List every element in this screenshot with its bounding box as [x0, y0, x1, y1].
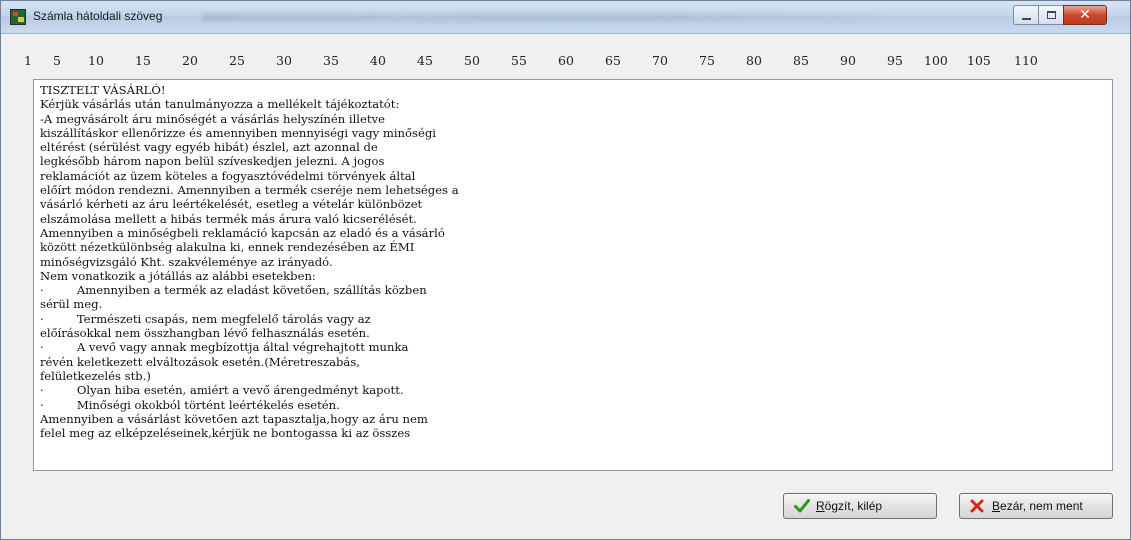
ruler-mark: 95	[887, 53, 903, 68]
ruler-mark: 55	[511, 53, 527, 68]
ruler-mark: 80	[746, 53, 762, 68]
x-icon	[970, 499, 984, 513]
minimize-button[interactable]	[1013, 5, 1039, 25]
close-icon: ✕	[1079, 7, 1091, 23]
text-line: révén keletkezett elváltozások esetén.(M…	[40, 354, 360, 369]
check-icon	[794, 499, 810, 513]
ruler-mark: 70	[652, 53, 668, 68]
editor-content[interactable]: TISZTELT VÁSÁRLÓ! Kérjük vásárlás után t…	[34, 80, 1112, 443]
ruler-mark: 45	[417, 53, 433, 68]
text-line: · Olyan hiba esetén, amiért a vevő áreng…	[40, 383, 404, 398]
text-line: között nézetkülönbség alakulna ki, ennek…	[40, 240, 415, 255]
ruler-mark: 75	[699, 53, 715, 68]
text-line: minőségvizsgáló Kht. szakvéleménye az ir…	[40, 254, 333, 269]
text-line: · Minőségi okokból történt leértékelés e…	[40, 397, 340, 412]
ruler-mark: 1	[24, 53, 32, 68]
text-line: reklamációt az üzem köteles a fogyasztóv…	[40, 168, 416, 183]
ruler-mark: 110	[1014, 53, 1038, 68]
save-exit-button[interactable]: Rögzít, kilép	[783, 493, 937, 519]
minimize-icon	[1022, 18, 1031, 20]
ruler-mark: 15	[135, 53, 151, 68]
text-line: · Természeti csapás, nem megfelelő tárol…	[40, 311, 371, 326]
text-line: -A megvásárolt áru minőségét a vásárlás …	[40, 111, 385, 126]
text-line: TISZTELT VÁSÁRLÓ!	[40, 83, 166, 97]
window-title: Számla hátoldali szöveg	[33, 9, 163, 23]
ruler-mark: 65	[605, 53, 621, 68]
text-line: · Amennyiben a termék az eladást követőe…	[40, 283, 427, 298]
text-line: legkésőbb három napon belül szíveskedjen…	[40, 154, 385, 169]
ruler-mark: 60	[558, 53, 574, 68]
ruler-mark: 20	[182, 53, 198, 68]
ruler-mark: 10	[88, 53, 104, 68]
text-line: · A vevő vagy annak megbízottja által vé…	[40, 340, 409, 355]
text-editor[interactable]: TISZTELT VÁSÁRLÓ! Kérjük vásárlás után t…	[33, 79, 1113, 471]
ruler-mark: 90	[840, 53, 856, 68]
ruler-mark: 5	[53, 53, 61, 68]
text-line: felületkezelés stb.)	[40, 368, 151, 383]
maximize-icon	[1047, 11, 1056, 19]
text-line: Kérjük vásárlás után tanulmányozza a mel…	[40, 97, 400, 112]
ruler-mark: 50	[464, 53, 480, 68]
title-bar-blur	[201, 13, 881, 21]
text-line: előírásokkal nem összhangban lévő felhas…	[40, 326, 370, 341]
close-button[interactable]: ✕	[1063, 5, 1107, 25]
save-exit-label: Rögzít, kilép	[816, 499, 883, 513]
column-ruler: 1 5 10 15 20 25 30 35 40 45 50 55 60 65 …	[1, 47, 1130, 73]
app-icon	[10, 9, 26, 25]
text-line: Nem vonatkozik a jótállás az alábbi eset…	[40, 268, 316, 283]
maximize-button[interactable]	[1038, 5, 1064, 25]
text-line: sérül meg.	[40, 297, 103, 312]
close-no-save-button[interactable]: Bezár, nem ment	[959, 493, 1113, 519]
text-line: kiszállításkor ellenőrizze és amennyiben…	[40, 125, 436, 140]
text-line: elszámolása mellett a hibás termék más á…	[40, 211, 417, 226]
ruler-mark: 25	[229, 53, 245, 68]
text-line: Amennyiben a minőségbeli reklamáció kapc…	[40, 225, 445, 240]
close-no-save-label: Bezár, nem ment	[992, 499, 1083, 513]
text-line: előírt módon rendezni. Amennyiben a term…	[40, 183, 459, 198]
ruler-mark: 35	[323, 53, 339, 68]
title-bar[interactable]: Számla hátoldali szöveg ✕	[1, 1, 1130, 34]
ruler-mark: 100	[924, 53, 948, 68]
ruler-mark: 40	[370, 53, 386, 68]
ruler-mark: 105	[967, 53, 991, 68]
text-line: vásárló kérheti az áru leértékelését, es…	[40, 197, 423, 212]
ruler-mark: 30	[276, 53, 292, 68]
text-line: eltérést (sérülést vagy egyéb hibát) ész…	[40, 140, 378, 155]
text-line: Amennyiben a vásárlást követően azt tapa…	[40, 411, 428, 426]
dialog-window: Számla hátoldali szöveg ✕ 1 5 10 15 20 2…	[0, 0, 1131, 540]
ruler-mark: 85	[793, 53, 809, 68]
text-line: felel meg az elképzeléseinek,kérjük ne b…	[40, 426, 411, 441]
